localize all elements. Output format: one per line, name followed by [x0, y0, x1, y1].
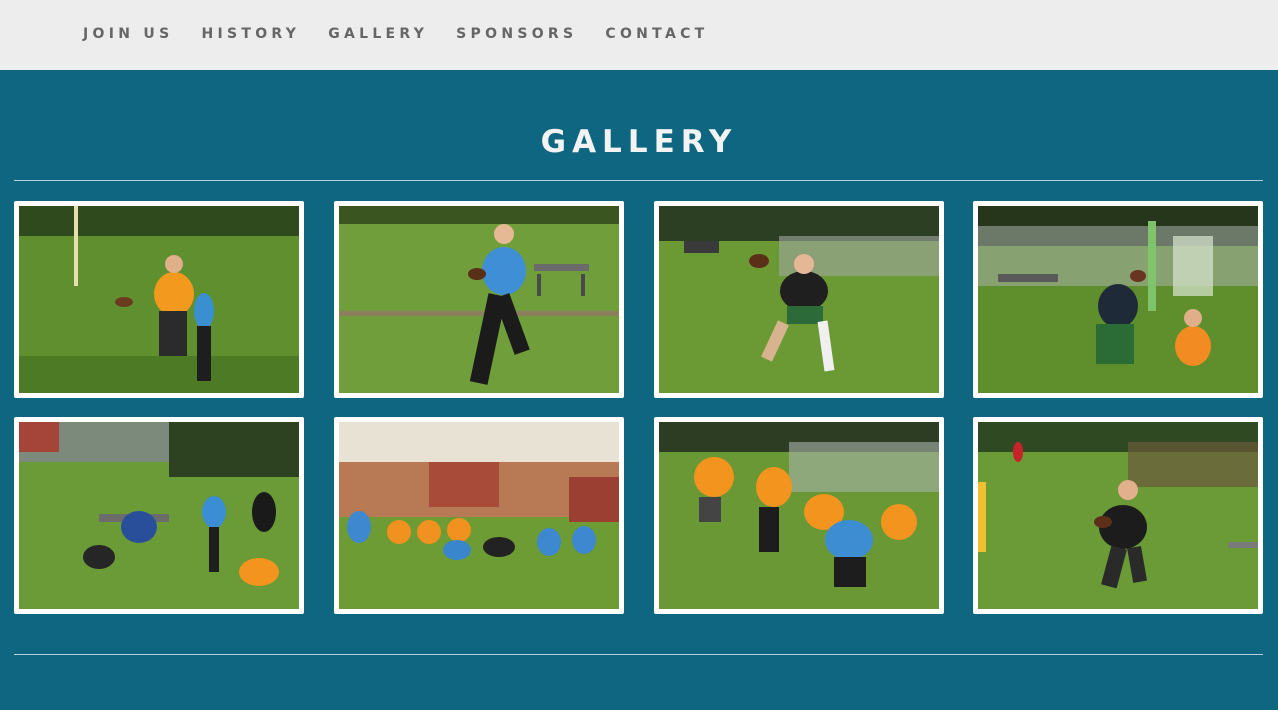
photo-image [19, 206, 299, 393]
gallery-photo-5[interactable] [14, 417, 304, 614]
gallery-photo-3[interactable] [654, 201, 944, 398]
photo-image [19, 422, 299, 609]
nav-link-sponsors[interactable]: SPONSORS [456, 26, 577, 43]
nav-link-join-us[interactable]: JOIN US [83, 26, 173, 43]
nav-link-gallery[interactable]: GALLERY [328, 26, 428, 43]
main-menu: JOIN US HISTORY GALLERY SPONSORS CONTACT [83, 26, 737, 43]
gallery-photo-8[interactable] [973, 417, 1263, 614]
photo-image [978, 206, 1258, 393]
photo-image [978, 422, 1258, 609]
title-divider [14, 180, 1263, 181]
gallery-photo-4[interactable] [973, 201, 1263, 398]
photo-image [659, 206, 939, 393]
footer-divider [14, 654, 1263, 655]
photo-image [339, 422, 619, 609]
top-navigation-bar: JOIN US HISTORY GALLERY SPONSORS CONTACT [0, 0, 1278, 70]
nav-link-contact[interactable]: CONTACT [605, 26, 708, 43]
nav-link-history[interactable]: HISTORY [201, 26, 300, 43]
photo-image [659, 422, 939, 609]
gallery-photo-2[interactable] [334, 201, 624, 398]
page-title: GALLERY [540, 124, 738, 160]
gallery-photo-6[interactable] [334, 417, 624, 614]
photo-image [339, 206, 619, 393]
gallery-photo-7[interactable] [654, 417, 944, 614]
gallery-photo-1[interactable] [14, 201, 304, 398]
